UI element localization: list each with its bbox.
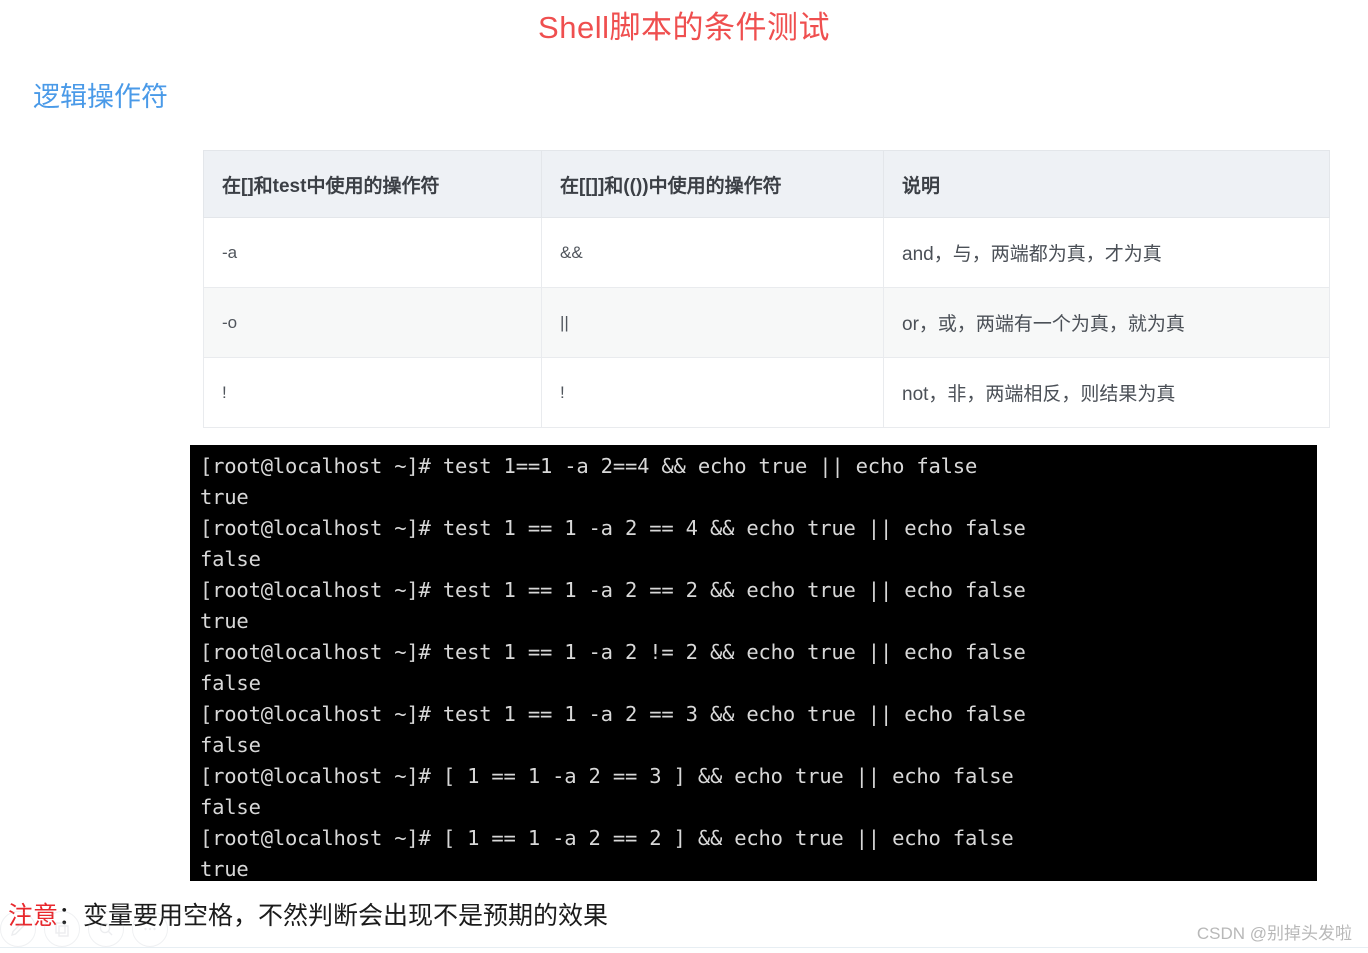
terminal-line: true (200, 609, 249, 633)
table-row: -o || or，或，两端有一个为真，就为真 (203, 287, 1330, 358)
cell-test-operator: -a (203, 217, 542, 288)
page-title: Shell脚本的条件测试 (538, 10, 830, 45)
cell-test-operator: ! (203, 357, 542, 428)
logical-operators-table: 在[]和test中使用的操作符 在[[]]和(())中使用的操作符 说明 -a … (203, 150, 1330, 428)
table-row: ! ! not，非，两端相反，则结果为真 (203, 357, 1330, 428)
table-body: -a && and，与，两端都为真，才为真 -o || or，或，两端有一个为真… (203, 217, 1330, 428)
csdn-watermark: CSDN @别掉头发啦 (1196, 924, 1352, 943)
terminal-line: [root@localhost ~]# [ 1 == 1 -a 2 == 2 ]… (200, 826, 1014, 850)
terminal-line: [root@localhost ~]# test 1==1 -a 2==4 &&… (200, 454, 978, 478)
pen-icon[interactable] (0, 911, 36, 947)
bottom-divider (0, 947, 1368, 948)
table-header-row: 在[]和test中使用的操作符 在[[]]和(())中使用的操作符 说明 (203, 150, 1330, 218)
table-row: -a && and，与，两端都为真，才为真 (203, 217, 1330, 288)
terminal-line: false (200, 795, 261, 819)
terminal-line: false (200, 547, 261, 571)
terminal-line: true (200, 485, 249, 509)
cell-bracket-operator: || (541, 287, 884, 358)
section-heading-logical-operators: 逻辑操作符 (33, 82, 168, 112)
terminal-line: [root@localhost ~]# test 1 == 1 -a 2 != … (200, 640, 1026, 664)
cell-bracket-operator: ! (541, 357, 884, 428)
table-header: 在[]和test中使用的操作符 在[[]]和(())中使用的操作符 说明 (203, 150, 1330, 218)
column-header-test-operator: 在[]和test中使用的操作符 (203, 150, 542, 218)
column-header-bracket-operator: 在[[]]和(())中使用的操作符 (541, 150, 884, 218)
cell-description: not，非，两端相反，则结果为真 (883, 357, 1330, 428)
terminal-line: true (200, 857, 249, 881)
more-icon[interactable] (132, 911, 168, 947)
cell-test-operator: -o (203, 287, 542, 358)
copy-icon[interactable] (44, 911, 80, 947)
cell-description: or，或，两端有一个为真，就为真 (883, 287, 1330, 358)
floating-mini-toolbar[interactable] (0, 911, 168, 947)
cell-description: and，与，两端都为真，才为真 (883, 217, 1330, 288)
search-icon[interactable] (88, 911, 124, 947)
terminal-line: [root@localhost ~]# [ 1 == 1 -a 2 == 3 ]… (200, 764, 1014, 788)
terminal-line: [root@localhost ~]# test 1 == 1 -a 2 == … (200, 578, 1026, 602)
terminal-output-block: [root@localhost ~]# test 1==1 -a 2==4 &&… (190, 445, 1317, 881)
terminal-line: [root@localhost ~]# test 1 == 1 -a 2 == … (200, 702, 1026, 726)
terminal-line: [root@localhost ~]# test 1 == 1 -a 2 == … (200, 516, 1026, 540)
column-header-description: 说明 (883, 150, 1330, 218)
terminal-line: false (200, 671, 261, 695)
terminal-line: false (200, 733, 261, 757)
cell-bracket-operator: && (541, 217, 884, 288)
